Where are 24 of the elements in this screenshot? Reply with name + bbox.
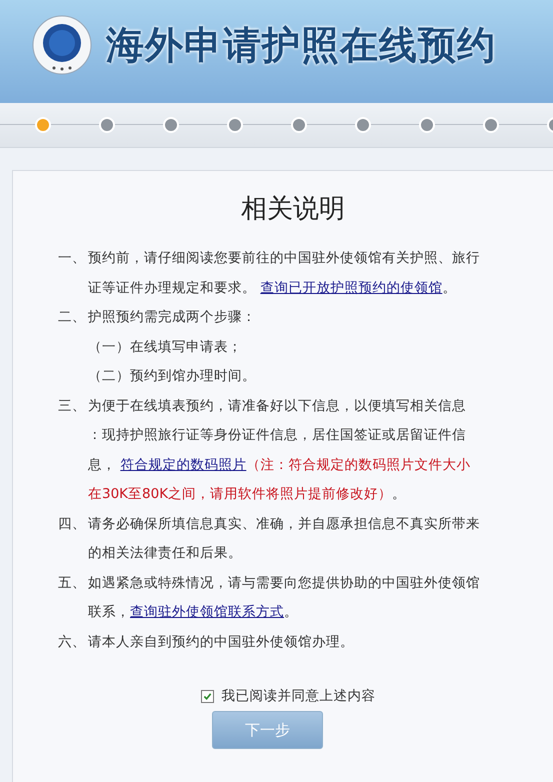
item-text: 护照预约需完成两个步骤：: [88, 308, 257, 327]
sub-item-text: 在线填写申请表；: [130, 338, 242, 354]
sub-item-text: 预约到馆办理时间。: [130, 368, 256, 384]
sub-item-number: （一）: [88, 338, 130, 354]
section-title: 相关说明: [240, 193, 346, 226]
item-text: 请务必确保所填信息真实、准确，并自愿承担信息不真实所带来的相关法律责任和后果。: [88, 514, 480, 563]
item-number: 五、: [58, 574, 87, 592]
text-link[interactable]: 符合规定的数码照片: [120, 456, 246, 472]
item-number: 二、: [58, 308, 87, 327]
text-link[interactable]: 查询已开放护照预约的使领馆: [260, 280, 442, 296]
site-title: 海外申请护照在线预约: [106, 21, 496, 69]
item-number: 四、: [58, 514, 87, 534]
text-link[interactable]: 查询驻外使领馆联系方式: [130, 604, 284, 620]
agree-label: 我已阅读并同意上述内容: [222, 687, 376, 705]
agree-checkbox[interactable]: [200, 690, 214, 702]
item-number: 三、: [58, 396, 87, 416]
emblem-logo-icon: [32, 14, 92, 74]
sub-item-number: （二）: [88, 368, 130, 384]
item-number: 一、: [58, 249, 87, 268]
item-text: 如遇紧急或特殊情况，请与需要向您提供协助的中国驻外使领馆联系，查询驻外使领馆联系方式。: [88, 574, 480, 622]
item-text: 预约前，请仔细阅读您要前往的中国驻外使领馆有关护照、旅行证等证件办理规定和要求。 查询已开放护照预约的使领馆。: [88, 249, 480, 298]
item-text: 请本人亲自到预约的中国驻外使领馆办理。: [88, 632, 355, 652]
item-number: 六、: [58, 632, 87, 652]
item-text: 为便于在线填表预约，请准备好以下信息，以便填写相关信息 ：现持护照旅行证等身份证件信息，居住国签证或居留证件信息， 符合规定的数码照片（注：符合规定的数码照片文件大小在30K至80K之间，请用软件将照片提前修改好）。: [88, 396, 472, 504]
